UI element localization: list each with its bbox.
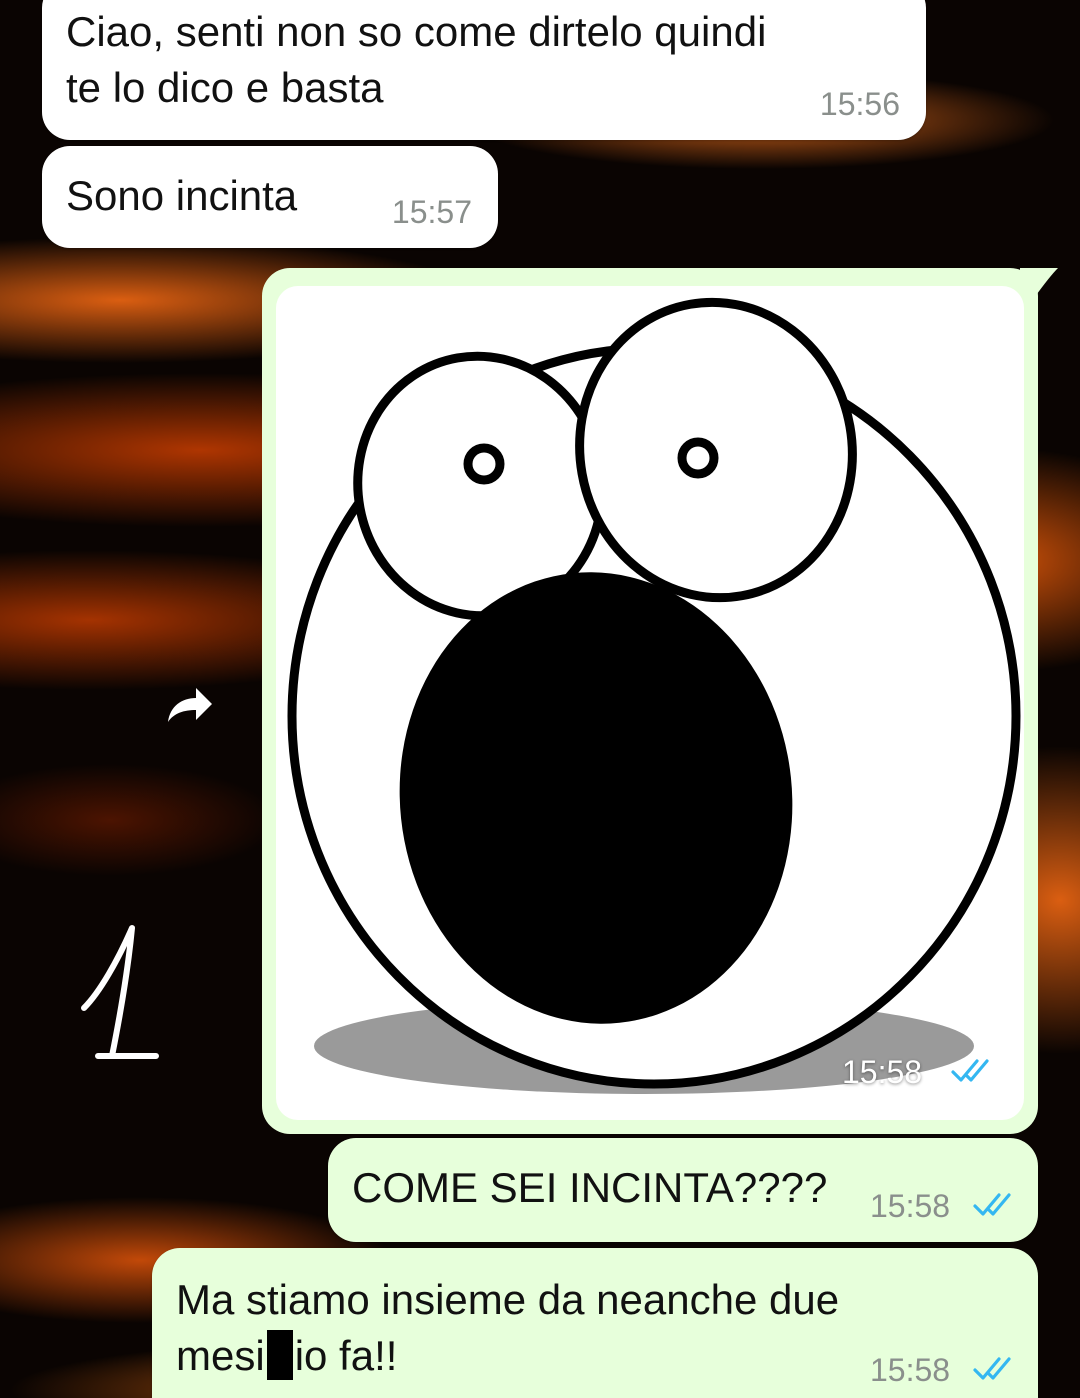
sticker-image[interactable]: 15:58 bbox=[276, 286, 1024, 1120]
read-receipt-icon bbox=[973, 1193, 1011, 1216]
read-receipt-icon bbox=[951, 1059, 989, 1082]
message-text: Ciao, senti non so come dirtelo quindi t… bbox=[66, 8, 767, 111]
message-timestamp: 15:58 bbox=[870, 1352, 951, 1388]
handwritten-annotation bbox=[70, 920, 170, 1070]
outgoing-message-bubble[interactable]: COME SEI INCINTA???? 15:58 bbox=[328, 1138, 1038, 1242]
message-text: Sono incinta bbox=[66, 172, 298, 219]
message-text: COME SEI INCINTA???? bbox=[352, 1164, 828, 1211]
message-text-after-redaction: io fa!! bbox=[294, 1332, 398, 1379]
bubble-tail bbox=[1020, 268, 1058, 298]
message-timestamp: 15:57 bbox=[391, 194, 472, 230]
redaction-box bbox=[266, 1330, 293, 1380]
message-timestamp: 15:58 bbox=[842, 1054, 923, 1090]
incoming-message-bubble[interactable]: Ciao, senti non so come dirtelo quindi t… bbox=[42, 0, 926, 140]
shocked-face-sticker bbox=[287, 297, 1021, 1094]
message-timestamp: 15:56 bbox=[819, 86, 900, 122]
incoming-message-bubble[interactable]: Sono incinta 15:57 bbox=[42, 146, 498, 248]
message-timestamp: 15:58 bbox=[870, 1188, 951, 1224]
read-receipt-icon bbox=[973, 1357, 1011, 1380]
sticker-message-bubble[interactable]: 15:58 bbox=[262, 268, 1058, 1134]
outgoing-message-bubble[interactable]: Ma stiamo insieme da neanche due mesi io … bbox=[152, 1248, 1038, 1398]
forward-arrow-icon[interactable] bbox=[160, 680, 216, 730]
